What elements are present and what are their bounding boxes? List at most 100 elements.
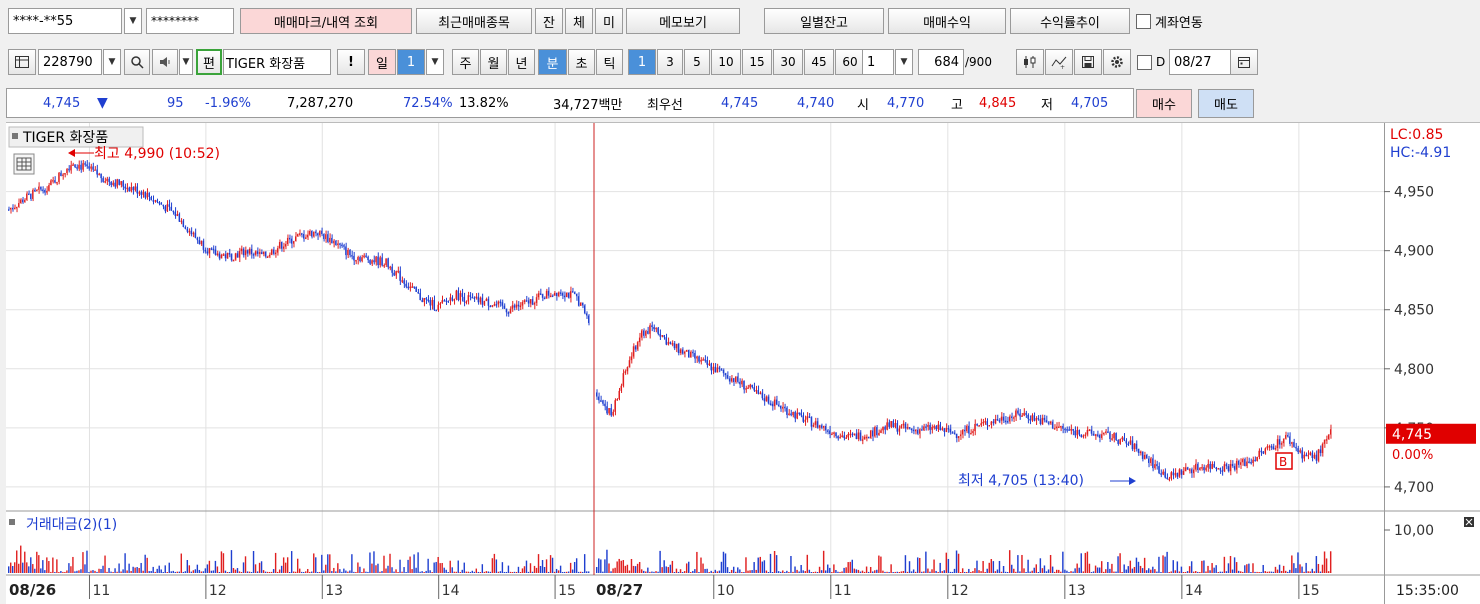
price-candle: [84, 163, 86, 165]
code-dropdown-icon[interactable]: ▼: [103, 49, 121, 75]
day-button[interactable]: 일: [368, 49, 396, 75]
price-candle: [18, 203, 20, 207]
interval-45-button[interactable]: 45: [804, 49, 834, 75]
chart-type-icon[interactable]: [1016, 49, 1044, 75]
volume-bar: [124, 553, 126, 573]
buy-button[interactable]: 매수: [1136, 89, 1192, 118]
account-link-checkbox[interactable]: [1136, 14, 1151, 29]
interval-60-button[interactable]: 60: [835, 49, 865, 75]
period-month-button[interactable]: 월: [480, 49, 507, 75]
price-candle: [708, 363, 710, 366]
price-tick-label: 4,850: [1394, 303, 1434, 319]
chart-table-icon[interactable]: [13, 153, 35, 175]
volume-bar: [1025, 571, 1027, 573]
volume-bar: [610, 571, 612, 573]
price-candle: [355, 259, 357, 262]
price-candle: [98, 173, 100, 176]
volume-bar: [96, 571, 98, 573]
volume-bar: [1092, 571, 1095, 573]
speaker-icon[interactable]: [152, 49, 178, 75]
edit-button[interactable]: 편: [196, 49, 222, 75]
unexecuted-button[interactable]: 미: [595, 8, 623, 34]
interval-30-button[interactable]: 30: [773, 49, 803, 75]
alert-button[interactable]: !: [337, 49, 365, 75]
volume-bar: [276, 571, 279, 573]
price-candle: [513, 305, 516, 308]
day-count-dropdown-icon[interactable]: ▼: [426, 49, 444, 75]
count-select[interactable]: 1: [862, 49, 894, 75]
count-dropdown-icon[interactable]: ▼: [895, 49, 913, 75]
stock-name-field[interactable]: TIGER 화장품: [223, 49, 331, 75]
interval-5-button[interactable]: 5: [684, 49, 710, 75]
trade-profit-button[interactable]: 매매수익: [888, 8, 1006, 34]
daily-balance-button[interactable]: 일별잔고: [764, 8, 884, 34]
volume-bar: [931, 569, 933, 573]
period-tick-button[interactable]: 틱: [596, 49, 623, 75]
price-candle: [602, 400, 604, 404]
price-candle: [427, 299, 429, 301]
stock-code-input[interactable]: 228790: [38, 49, 102, 75]
volume-bar: [1325, 558, 1328, 573]
volume-bar: [1078, 567, 1080, 573]
bar-count-input[interactable]: 684: [918, 49, 964, 75]
price-candle: [604, 403, 606, 407]
price-candle: [786, 407, 788, 415]
period-second-button[interactable]: 초: [568, 49, 595, 75]
price-candle: [375, 256, 377, 263]
account-dropdown-icon[interactable]: ▼: [124, 8, 142, 34]
volume-bar: [387, 565, 389, 573]
balance-button[interactable]: 잔: [535, 8, 563, 34]
volume-bar: [551, 557, 554, 573]
settings-gear-icon[interactable]: [1103, 49, 1131, 75]
day-count-select[interactable]: 1: [397, 49, 425, 75]
recent-items-button[interactable]: 최근매매종목: [416, 8, 532, 34]
interval-1-button[interactable]: 1: [628, 49, 656, 75]
ask-price: 4,745: [721, 95, 759, 111]
volume-bar: [769, 553, 772, 573]
period-week-button[interactable]: 주: [452, 49, 479, 75]
turnover-ratio: 13.82%: [459, 95, 509, 111]
save-icon[interactable]: [1074, 49, 1102, 75]
period-year-button[interactable]: 년: [508, 49, 535, 75]
price-candle: [230, 254, 233, 261]
volume-bar: [1223, 556, 1226, 573]
volume-bar: [1205, 571, 1207, 573]
volume-bar: [214, 560, 217, 573]
indicator-icon[interactable]: +: [1045, 49, 1073, 75]
price-candle: [1076, 429, 1078, 436]
date-input[interactable]: 08/27: [1169, 49, 1231, 75]
price-candle: [904, 423, 907, 429]
speaker-dropdown-icon[interactable]: ▼: [179, 49, 193, 75]
price-candle: [694, 353, 696, 359]
account-select[interactable]: ****-**55: [8, 8, 122, 34]
price-chart[interactable]: 4,9504,9004,8504,8004,7504,700 111213141…: [6, 123, 1480, 604]
return-trend-button[interactable]: 수익률추이: [1010, 8, 1130, 34]
period-minute-button[interactable]: 분: [538, 49, 567, 75]
volume-bar: [647, 567, 649, 573]
volume-bar: [379, 571, 381, 573]
volume-bar: [1172, 560, 1174, 573]
volume-bar: [535, 567, 538, 573]
trade-mark-query-button[interactable]: 매매마크/내역 조회: [240, 8, 412, 34]
sell-button[interactable]: 매도: [1198, 89, 1254, 118]
price-candle: [475, 296, 478, 299]
interval-10-button[interactable]: 10: [711, 49, 741, 75]
price-candle: [1197, 463, 1199, 470]
price-candle: [745, 388, 747, 390]
layout-icon[interactable]: [8, 49, 36, 75]
price-candle: [303, 234, 305, 239]
memo-button[interactable]: 메모보기: [626, 8, 740, 34]
price-candle: [419, 292, 421, 301]
executed-button[interactable]: 체: [565, 8, 593, 34]
interval-3-button[interactable]: 3: [657, 49, 683, 75]
volume-collapse-icon[interactable]: [1464, 517, 1474, 527]
price-candle: [663, 335, 665, 338]
password-field[interactable]: ********: [146, 8, 234, 34]
price-candle: [810, 417, 813, 427]
calendar-icon[interactable]: [1230, 49, 1258, 75]
interval-15-button[interactable]: 15: [742, 49, 772, 75]
search-icon[interactable]: [124, 49, 150, 75]
volume-bar: [64, 571, 66, 573]
date-checkbox[interactable]: [1137, 55, 1152, 70]
volume-bar: [467, 571, 469, 573]
